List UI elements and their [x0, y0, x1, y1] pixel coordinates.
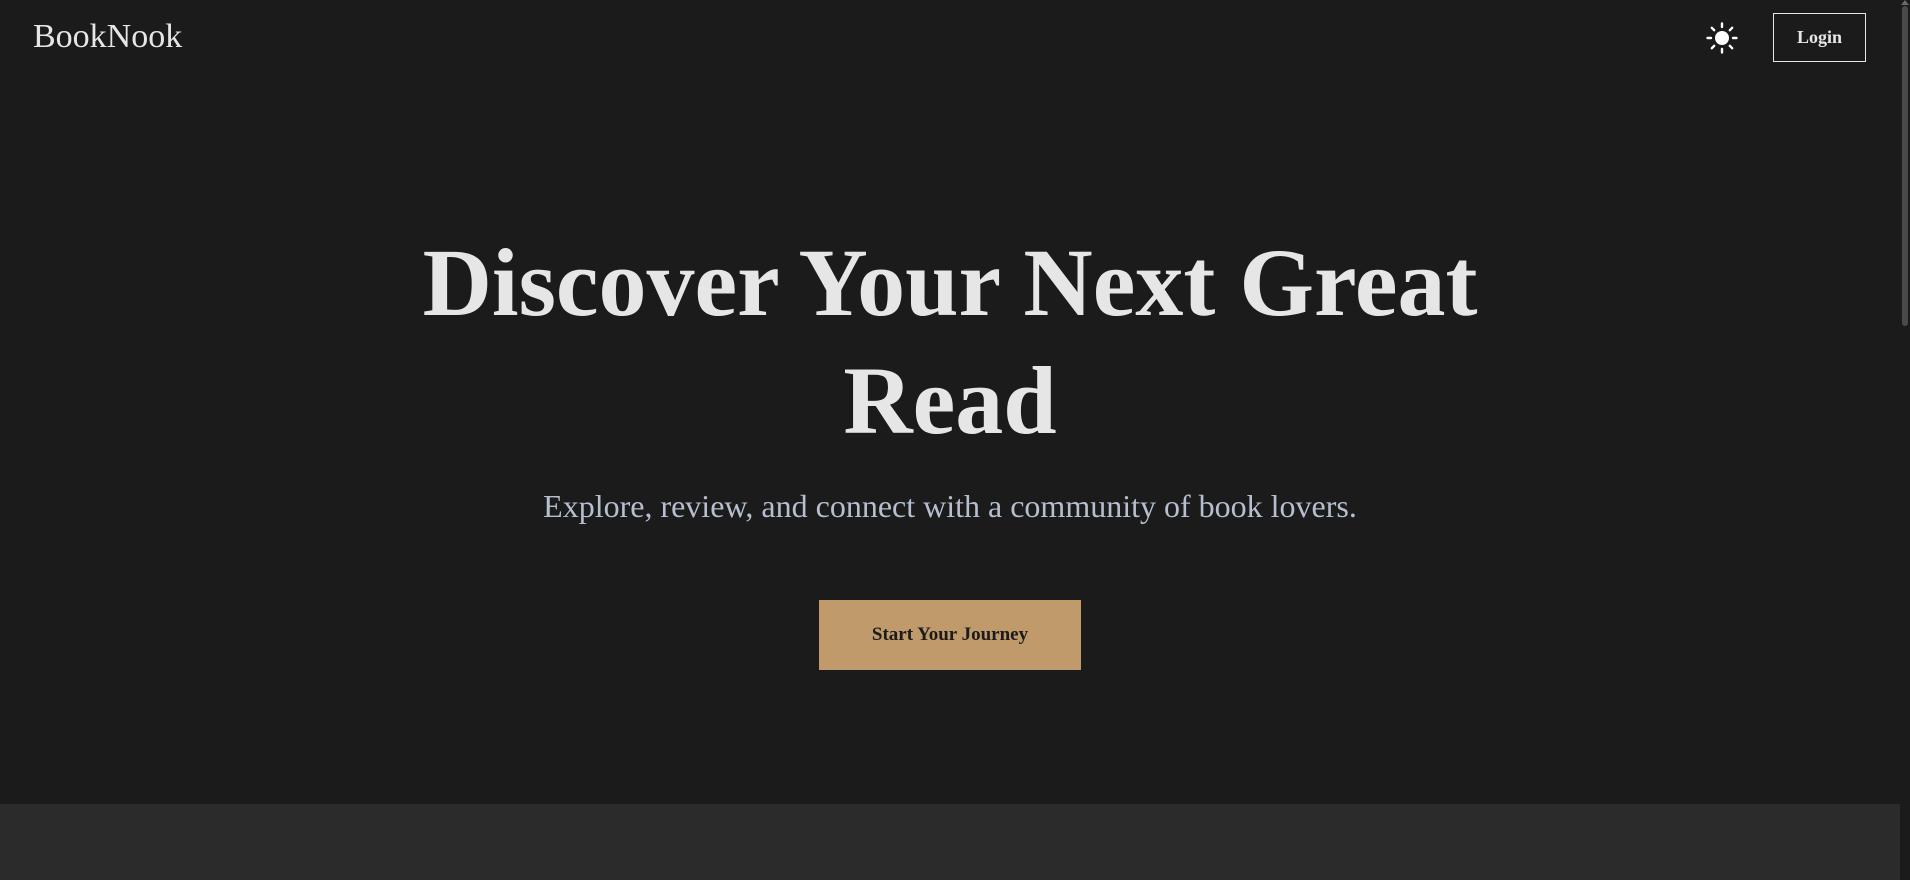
scroll-up-arrow-icon[interactable] [1901, 0, 1909, 5]
vertical-scrollbar[interactable] [1900, 0, 1910, 880]
hero-section: Discover Your Next Great Read Explore, r… [0, 76, 1900, 804]
hero-title-line-2: Read [843, 347, 1057, 454]
theme-toggle-button[interactable] [1704, 20, 1740, 56]
hero-title: Discover Your Next Great Read [0, 224, 1900, 460]
hero-title-line-1: Discover Your Next Great [422, 229, 1478, 336]
start-journey-button[interactable]: Start Your Journey [819, 600, 1081, 670]
site-logo[interactable]: BookNook [33, 16, 182, 58]
hero-subtitle: Explore, review, and connect with a comm… [543, 488, 1357, 524]
site-header: BookNook Login [0, 0, 1900, 76]
next-section [0, 804, 1900, 880]
browser-viewport: BookNook Login Discover Your Next Great … [0, 0, 1910, 880]
landing-page: BookNook Login Discover Your Next Great … [0, 0, 1900, 880]
login-button[interactable]: Login [1773, 13, 1866, 62]
scrollbar-thumb[interactable] [1902, 6, 1908, 326]
sun-icon [1706, 22, 1738, 54]
